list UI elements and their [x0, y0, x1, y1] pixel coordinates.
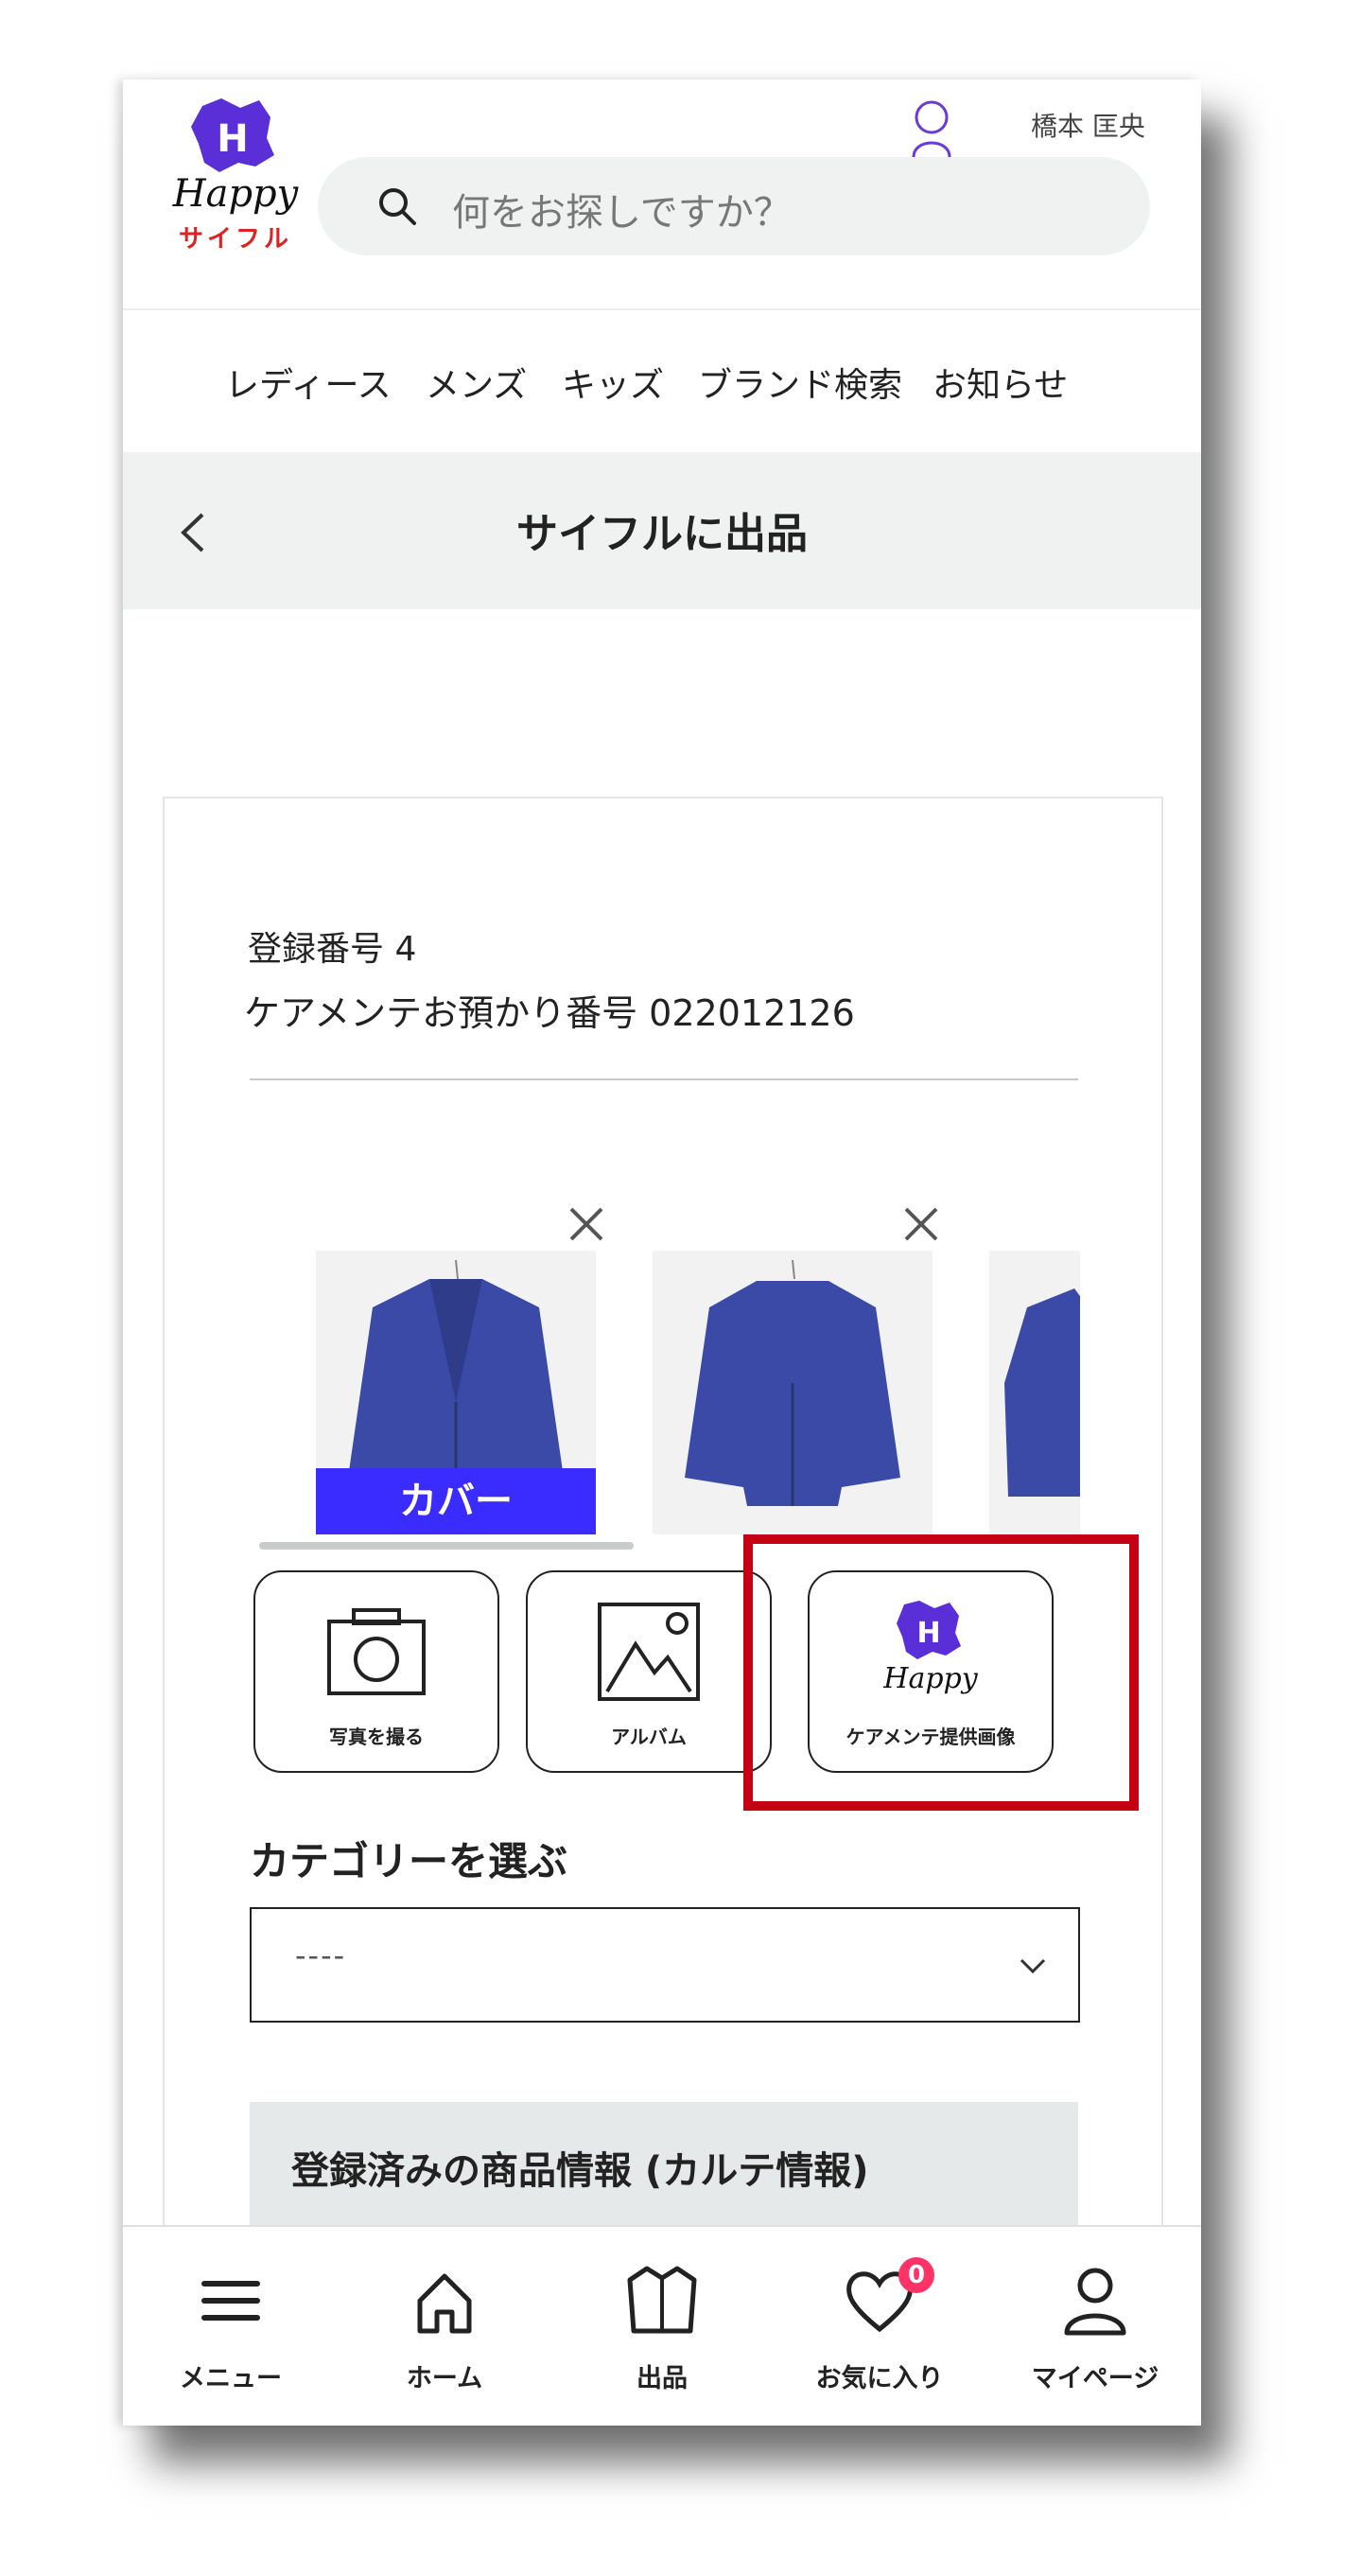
chevron-down-icon [1020, 1958, 1046, 1974]
search-icon [379, 188, 416, 225]
tab-sell[interactable]: 出品 [567, 2263, 757, 2395]
tab-menu[interactable]: メニュー [136, 2263, 325, 2395]
user-account-icon[interactable] [908, 96, 955, 159]
logo-happy-text: Happy [172, 172, 299, 216]
registered-info-title: 登録済みの商品情報 (カルテ情報) [291, 2149, 869, 2193]
tab-menu-label: メニュー [180, 2364, 282, 2393]
menu-icon [201, 2281, 260, 2321]
logo-saifuru-text: サイフル [178, 225, 292, 254]
tab-mypage-label: マイページ [1031, 2364, 1159, 2393]
photo-carousel[interactable]: カバー [316, 1194, 1080, 1544]
nav-item-mens[interactable]: メンズ [426, 358, 527, 407]
tab-mypage[interactable]: マイページ [1001, 2263, 1190, 2395]
person-icon [1064, 2268, 1126, 2336]
search-input[interactable]: 何をお探しですか？ [452, 182, 792, 237]
camera-icon [327, 1608, 426, 1695]
category-select-value: ---- [295, 1937, 347, 1973]
tab-home-label: ホーム [406, 2364, 483, 2393]
divider [250, 1078, 1078, 1080]
phone-screen: H Happy サイフル 橋本 匡央 何をお探しですか？ レディース メンズ キ… [123, 79, 1201, 2426]
tab-sell-label: 出品 [636, 2364, 688, 2393]
photo-thumbnail-1[interactable]: カバー [316, 1251, 596, 1534]
highlight-box [743, 1534, 1139, 1811]
photo-thumbnail-3[interactable] [989, 1251, 1080, 1534]
remove-photo-2-icon[interactable] [900, 1203, 942, 1245]
shirt-icon [627, 2266, 697, 2334]
nav-item-news[interactable]: お知らせ [933, 358, 1068, 407]
favorites-count-badge: 0 [898, 2257, 934, 2293]
search-bar[interactable]: 何をお探しですか？ [318, 157, 1150, 255]
user-name: 橋本 匡央 [1031, 111, 1145, 142]
category-select[interactable]: ---- [250, 1907, 1080, 2023]
nav-item-ladies[interactable]: レディース [225, 358, 392, 407]
home-icon [417, 2273, 472, 2334]
album-button[interactable]: アルバム [526, 1570, 772, 1773]
jacket-back-image [653, 1251, 933, 1534]
registration-number: 登録番号 4 [248, 930, 417, 969]
cover-label: カバー [316, 1468, 596, 1534]
care-number: ケアメンテお預かり番号 022012126 [244, 992, 855, 1034]
take-photo-label: 写真を撮る [329, 1726, 424, 1748]
tab-favorites[interactable]: 0 お気に入り [785, 2257, 974, 2395]
album-label: アルバム [611, 1726, 687, 1748]
tab-favorites-label: お気に入り [815, 2364, 944, 2393]
svg-text:H: H [217, 117, 248, 161]
nav-item-brand-search[interactable]: ブランド検索 [698, 358, 902, 407]
category-nav: レディース メンズ キッズ ブランド検索 お知らせ [123, 310, 1201, 452]
listing-card: 登録番号 4 ケアメンテお預かり番号 022012126 カバー 写真を撮る ア… [163, 797, 1163, 2426]
carousel-scrollbar[interactable] [259, 1542, 634, 1550]
category-heading: カテゴリーを選ぶ [250, 1838, 568, 1884]
page-title: サイフルに出品 [516, 510, 808, 558]
nav-item-kids[interactable]: キッズ [562, 358, 664, 407]
photo-thumbnail-2[interactable] [653, 1251, 933, 1534]
app-header: H Happy サイフル 橋本 匡央 何をお探しですか？ [123, 79, 1201, 310]
bottom-nav: メニュー ホーム 出品 0 お気に入り マイページ [123, 2225, 1201, 2426]
tab-home[interactable]: ホーム [350, 2263, 539, 2395]
happy-saifuru-logo[interactable]: H Happy サイフル [165, 96, 306, 267]
remove-photo-1-icon[interactable] [566, 1203, 607, 1245]
take-photo-button[interactable]: 写真を撮る [253, 1570, 499, 1773]
title-bar: サイフルに出品 [123, 452, 1201, 609]
registered-info-header: 登録済みの商品情報 (カルテ情報) [250, 2102, 1078, 2234]
album-image-icon [598, 1603, 700, 1701]
jacket-side-image [989, 1251, 1080, 1534]
logo-mark-icon: H [191, 98, 274, 172]
